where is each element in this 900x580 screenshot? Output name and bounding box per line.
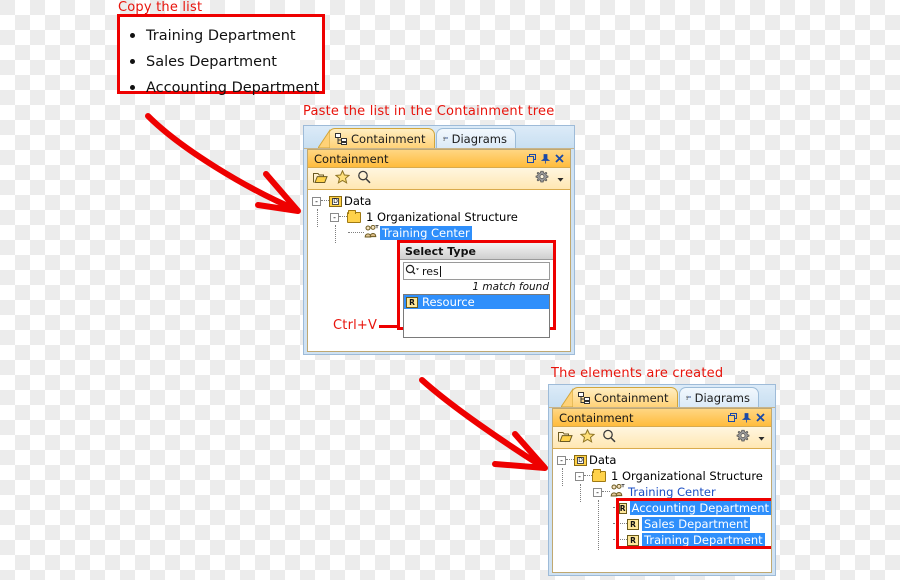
- containment-tree-icon: [335, 132, 347, 145]
- expander-icon[interactable]: -: [312, 196, 321, 206]
- folder-icon: [592, 468, 606, 482]
- panel-title: Containment: [314, 151, 389, 166]
- tree-guideline: [335, 225, 336, 243]
- panel-inner-after: Containment - D Data - 1 Organizational …: [552, 408, 772, 573]
- tab-diagrams-label: Diagrams: [451, 131, 507, 146]
- ctrl-v-leader-line: [379, 325, 398, 328]
- select-type-search-value: res: [422, 264, 439, 278]
- expander-icon[interactable]: -: [557, 455, 566, 465]
- caption-elements-created: The elements are created: [551, 366, 724, 381]
- select-type-search-input[interactable]: res: [403, 262, 550, 280]
- panel-titlebar-after: Containment: [553, 409, 771, 427]
- tabstrip-before: Containment Diagrams: [304, 126, 574, 149]
- expander-icon[interactable]: -: [593, 487, 602, 497]
- favorites-star-icon[interactable]: [579, 428, 596, 447]
- caption-copy-the-list: Copy the list: [118, 0, 203, 15]
- panel-toolbar-before: [308, 168, 570, 190]
- panel-toolbar-after: [553, 427, 771, 449]
- tree-row-org-structure[interactable]: - 1 Organizational Structure: [575, 468, 771, 484]
- tab-skew-shape: [318, 129, 330, 148]
- tree-guideline: [562, 468, 563, 486]
- containment-tree-icon: [578, 391, 590, 404]
- restore-icon[interactable]: [524, 152, 538, 166]
- tree-row-data[interactable]: - D Data: [557, 452, 771, 468]
- tab-diagrams[interactable]: Diagrams: [436, 128, 516, 148]
- copied-list-box: Training Department Sales Department Acc…: [117, 14, 325, 96]
- resource-icon: R: [406, 296, 418, 308]
- open-folder-icon[interactable]: [313, 169, 328, 188]
- expander-icon[interactable]: -: [575, 471, 584, 481]
- tree-label: Data: [344, 194, 372, 208]
- label-ctrl-v: Ctrl+V: [333, 318, 378, 333]
- tab-diagrams-label: Diagrams: [694, 390, 750, 405]
- tree-connector: [584, 475, 592, 477]
- tree-guideline: [598, 500, 599, 550]
- pin-icon[interactable]: [538, 152, 552, 166]
- tree-label: 1 Organizational Structure: [366, 210, 518, 224]
- pin-icon[interactable]: [739, 411, 753, 425]
- tree-guideline: [580, 484, 581, 502]
- restore-icon[interactable]: [725, 411, 739, 425]
- search-icon[interactable]: [602, 428, 616, 447]
- tab-containment[interactable]: Containment: [318, 128, 435, 148]
- tab-containment-label: Containment: [351, 131, 426, 146]
- tree-row-org-structure[interactable]: - 1 Organizational Structure: [330, 209, 570, 225]
- tree-row-data[interactable]: - D Data: [312, 193, 570, 209]
- tree-connector: [339, 216, 347, 218]
- tree-label: 1 Organizational Structure: [611, 469, 763, 483]
- tree-connector: [348, 232, 364, 234]
- tree-label: Training Center: [628, 485, 716, 499]
- select-type-result-list[interactable]: R Resource: [403, 294, 550, 338]
- tree-connector: [321, 200, 329, 202]
- folder-icon: [347, 209, 361, 223]
- open-folder-icon[interactable]: [558, 428, 573, 447]
- tab-containment-label: Containment: [594, 390, 669, 405]
- data-icon: D: [329, 195, 342, 207]
- text-caret: [439, 265, 441, 277]
- chevron-down-icon[interactable]: [757, 428, 766, 447]
- tab-diagrams[interactable]: Diagrams: [679, 387, 759, 407]
- panel-title: Containment: [559, 410, 634, 425]
- close-icon[interactable]: [753, 411, 767, 425]
- tree-area-after[interactable]: - D Data - 1 Organizational Structure -: [553, 449, 771, 572]
- tab-containment[interactable]: Containment: [561, 387, 678, 407]
- list-item: Sales Department: [146, 49, 322, 75]
- tree-row-training-center[interactable]: Training Center: [348, 224, 570, 241]
- list-item: Accounting Department: [146, 75, 322, 101]
- gear-icon[interactable]: [535, 169, 549, 188]
- close-icon[interactable]: [552, 152, 566, 166]
- data-icon-letter: D: [577, 456, 584, 464]
- actors-icon: [364, 224, 380, 241]
- select-type-match-count: 1 match found: [472, 281, 549, 293]
- data-icon: D: [574, 454, 587, 466]
- caption-paste-the-list: Paste the list in the Containment tree: [303, 104, 555, 119]
- created-elements-highlight-box: [616, 498, 771, 549]
- tree-connector: [566, 459, 574, 461]
- expander-icon[interactable]: -: [330, 212, 339, 222]
- containment-panel-after: Containment Diagrams Containment - D Dat…: [548, 384, 776, 576]
- tree-connector: [602, 491, 610, 493]
- data-icon-letter: D: [332, 197, 339, 205]
- copied-list: Training Department Sales Department Acc…: [120, 17, 322, 101]
- diagrams-icon: [443, 136, 448, 141]
- tabstrip-after: Containment Diagrams: [549, 385, 775, 408]
- select-type-option-resource[interactable]: R Resource: [404, 295, 549, 309]
- tab-skew-shape: [561, 388, 573, 407]
- chevron-down-icon[interactable]: [556, 169, 565, 188]
- tree-label: Training Center: [380, 226, 472, 240]
- panel-titlebar-before: Containment: [308, 150, 570, 168]
- select-type-option-label: Resource: [422, 295, 475, 309]
- arrow-copy-to-tree: [145, 113, 301, 214]
- arrow-tree-to-created: [419, 377, 548, 471]
- select-type-popup[interactable]: Select Type res 1 match found R Resource: [397, 240, 556, 338]
- gear-icon[interactable]: [736, 428, 750, 447]
- search-dropdown-icon[interactable]: [405, 264, 422, 279]
- search-icon[interactable]: [357, 169, 371, 188]
- select-type-title: Select Type: [400, 243, 553, 260]
- favorites-star-icon[interactable]: [334, 169, 351, 188]
- list-item: Training Department: [146, 23, 322, 49]
- diagrams-icon: [686, 395, 691, 400]
- tree-guideline: [317, 209, 318, 227]
- tree-label: Data: [589, 453, 617, 467]
